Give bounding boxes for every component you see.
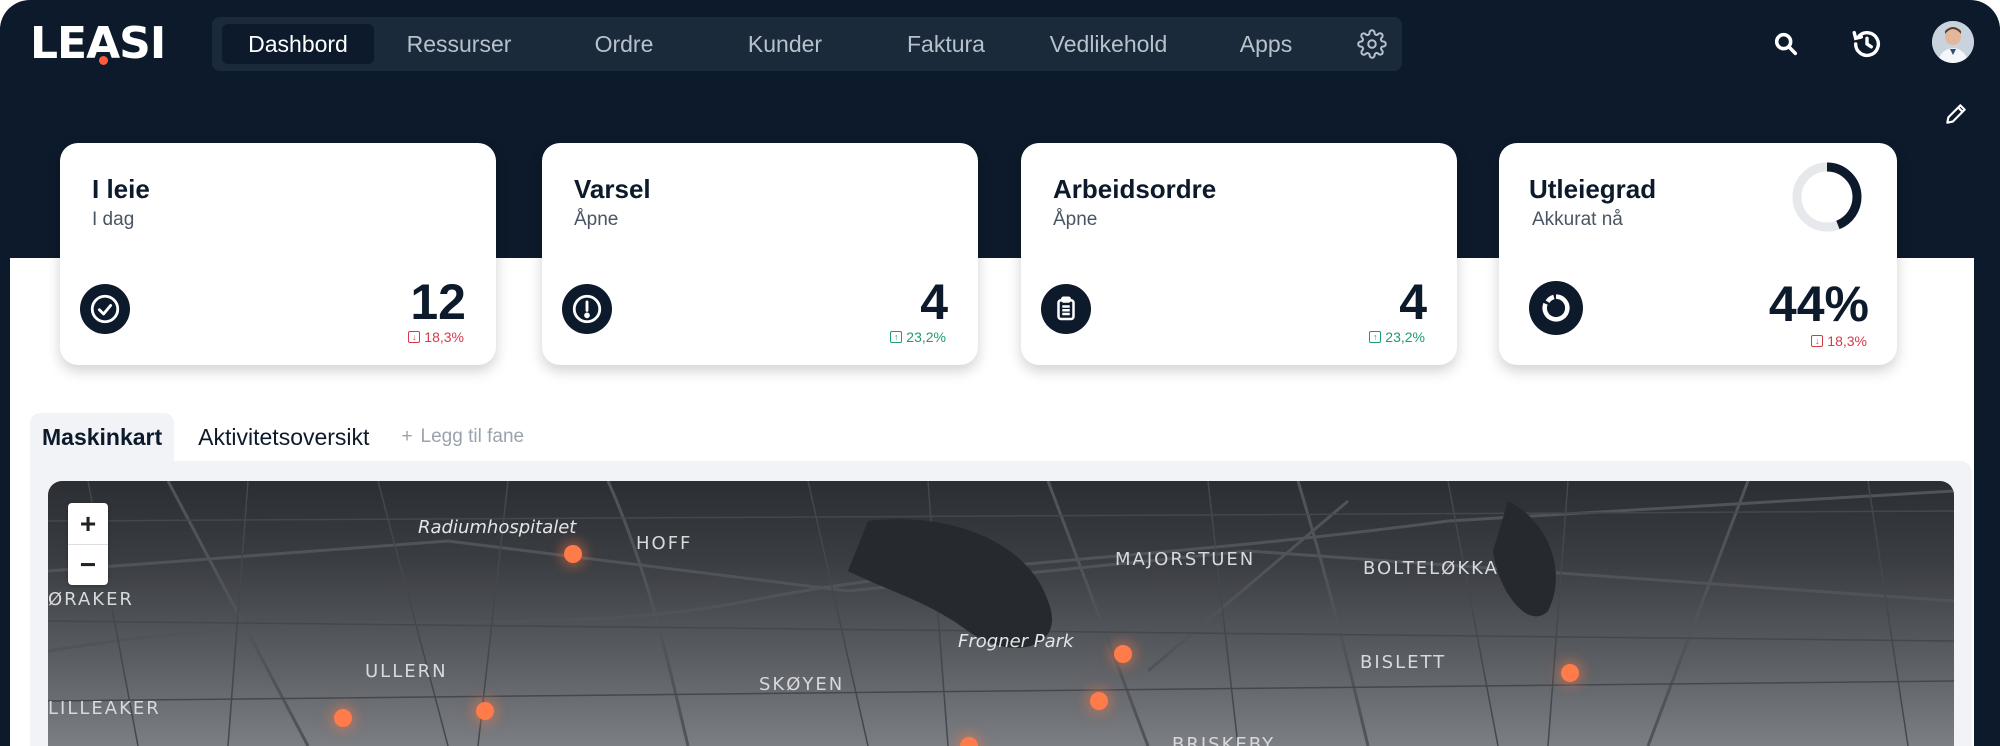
add-tab-label: Legg til fane xyxy=(420,426,525,447)
logo-text-accent: A xyxy=(86,17,120,69)
kpi-card-varsel[interactable]: Varsel Åpne 4 ↑ 23,2% xyxy=(542,143,978,365)
card-value: 12 xyxy=(410,274,466,330)
check-circle-icon xyxy=(90,294,120,324)
utilization-donut xyxy=(1792,162,1862,232)
map-label: BOLTELØKKA xyxy=(1363,558,1499,579)
frame-edge-left xyxy=(0,0,10,746)
map-label: Radiumhospitalet xyxy=(418,517,577,538)
card-delta-value: 18,3% xyxy=(1827,333,1867,349)
nav-ordre[interactable]: Ordre xyxy=(544,24,704,64)
history-icon xyxy=(1852,30,1881,57)
card-subtitle: Akkurat nå xyxy=(1532,209,1623,230)
search-icon xyxy=(1774,32,1798,56)
search-button[interactable] xyxy=(1764,22,1808,66)
frame-edge-right xyxy=(1974,0,2000,746)
card-icon-badge xyxy=(1041,284,1091,334)
machine-map[interactable]: + − Radiumhospitalet HOFF MAJORSTUEN BOL… xyxy=(48,481,1954,746)
map-label: BRISKEBY xyxy=(1172,734,1276,746)
arrow-down-icon: ↓ xyxy=(408,331,421,343)
zoom-in-button[interactable]: + xyxy=(68,503,108,544)
logo-accent-dot xyxy=(98,55,108,65)
alert-circle-icon xyxy=(572,294,602,324)
brand-logo[interactable]: LE A SI xyxy=(30,17,166,69)
zoom-control: + − xyxy=(68,503,108,585)
arrow-up-icon: ↑ xyxy=(1369,331,1382,343)
map-label: HOFF xyxy=(636,533,693,554)
add-tab-button[interactable]: + Legg til fane xyxy=(389,413,536,461)
map-label: BISLETT xyxy=(1360,652,1447,673)
card-icon-badge xyxy=(1529,281,1583,335)
tab-maskinkart[interactable]: Maskinkart xyxy=(30,413,175,461)
map-label: LILLEAKER xyxy=(48,698,161,719)
card-delta: ↓ 18,3% xyxy=(408,329,464,345)
avatar-image xyxy=(1932,21,1974,63)
tab-bar: Maskinkart Aktivitetsoversikt + Legg til… xyxy=(30,413,536,461)
card-title: I leie xyxy=(92,174,150,204)
edit-dashboard-button[interactable] xyxy=(1940,98,1972,130)
card-value: 4 xyxy=(920,274,948,330)
nav-vedlikehold[interactable]: Vedlikehold xyxy=(1026,24,1191,64)
user-avatar[interactable] xyxy=(1932,21,1974,63)
clipboard-icon xyxy=(1057,296,1075,321)
machine-pin[interactable] xyxy=(476,702,494,720)
map-label: ULLERN xyxy=(365,661,448,682)
kpi-card-i-leie[interactable]: I leie I dag 12 ↓ 18,3% xyxy=(60,143,496,365)
map-label: ØRAKER xyxy=(48,589,134,610)
card-title: Arbeidsordre xyxy=(1053,174,1217,204)
map-streets xyxy=(48,481,1954,746)
card-title: Utleiegrad xyxy=(1529,174,1657,204)
card-delta-value: 23,2% xyxy=(906,329,946,345)
map-label: MAJORSTUEN xyxy=(1115,549,1256,570)
main-nav: Dashbord Ressurser Ordre Kunder Faktura … xyxy=(212,17,1402,71)
zoom-out-button[interactable]: − xyxy=(68,544,108,585)
machine-pin[interactable] xyxy=(1561,664,1579,682)
machine-pin[interactable] xyxy=(1090,692,1108,710)
card-delta-value: 23,2% xyxy=(1385,329,1425,345)
nav-faktura[interactable]: Faktura xyxy=(866,24,1026,64)
plus-icon: + xyxy=(401,426,413,447)
arrow-down-icon: ↓ xyxy=(1811,335,1824,347)
nav-kunder[interactable]: Kunder xyxy=(704,24,866,64)
gear-icon xyxy=(1357,29,1387,59)
settings-button[interactable] xyxy=(1352,24,1392,64)
card-value: 4 xyxy=(1399,274,1427,330)
tab-aktivitetsoversikt[interactable]: Aktivitetsoversikt xyxy=(174,413,381,461)
map-label: Frogner Park xyxy=(958,631,1074,652)
machine-pin[interactable] xyxy=(564,545,582,563)
card-delta: ↓ 18,3% xyxy=(1811,333,1867,349)
history-button[interactable] xyxy=(1845,22,1889,66)
card-delta-value: 18,3% xyxy=(424,329,464,345)
arrow-up-icon: ↑ xyxy=(890,331,903,343)
card-subtitle: Åpne xyxy=(1053,209,1098,230)
card-title: Varsel xyxy=(574,174,651,204)
logo-text-end: SI xyxy=(119,17,166,69)
kpi-card-arbeidsordre[interactable]: Arbeidsordre Åpne 4 ↑ 23,2% xyxy=(1021,143,1457,365)
pencil-icon xyxy=(1946,104,1966,124)
nav-apps[interactable]: Apps xyxy=(1191,24,1341,64)
card-delta: ↑ 23,2% xyxy=(890,329,946,345)
card-subtitle: Åpne xyxy=(574,209,619,230)
logo-text-start: LE xyxy=(30,17,87,69)
machine-pin[interactable] xyxy=(1114,645,1132,663)
card-icon-badge xyxy=(80,284,130,334)
kpi-card-utleiegrad[interactable]: Utleiegrad Akkurat nå 44% ↓ 18,3% xyxy=(1499,143,1897,365)
nav-dashbord[interactable]: Dashbord xyxy=(222,24,374,64)
nav-ressurser[interactable]: Ressurser xyxy=(374,24,544,64)
map-label: SKØYEN xyxy=(759,674,845,695)
card-value: 44% xyxy=(1768,276,1869,332)
card-icon-badge xyxy=(562,284,612,334)
machine-pin[interactable] xyxy=(334,709,352,727)
progress-circle-icon xyxy=(1542,294,1570,322)
app-window: LE A SI Dashbord Ressurser Ordre Kunder Fa… xyxy=(0,0,2000,746)
card-delta: ↑ 23,2% xyxy=(1369,329,1425,345)
card-subtitle: I dag xyxy=(92,209,135,230)
